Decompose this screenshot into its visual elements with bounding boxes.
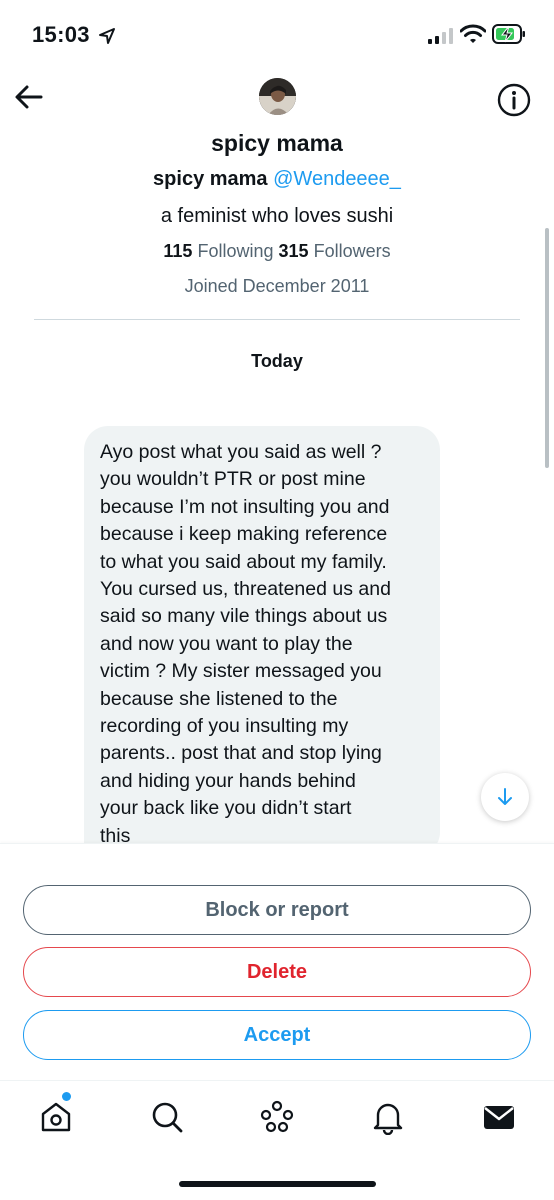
- profile-handle[interactable]: @Wendeeee_: [273, 168, 401, 190]
- home-indicator[interactable]: [179, 1181, 376, 1187]
- message-request-actions: Block or report Delete Accept: [0, 843, 554, 1080]
- message-bubble[interactable]: Ayo post what you said as well ? you wou…: [84, 426, 440, 856]
- following-label: Following: [197, 241, 274, 261]
- info-circle-icon[interactable]: [497, 83, 531, 117]
- block-or-report-button[interactable]: Block or report: [23, 885, 531, 935]
- search-icon[interactable]: [149, 1099, 185, 1135]
- home-notification-badge: [62, 1092, 71, 1101]
- profile-name-and-handle: spicy mama @Wendeeee_: [0, 168, 554, 191]
- joined-date: Joined December 2011: [184, 276, 370, 296]
- follow-stats: 115 Following 315 Followers: [0, 241, 554, 262]
- status-bar: 15:03: [0, 0, 554, 70]
- arrow-down-icon: [498, 788, 512, 805]
- followers-count: 315: [278, 241, 309, 261]
- avatar[interactable]: [259, 78, 296, 115]
- profile-display-name: spicy mama: [211, 130, 343, 156]
- spaces-icon[interactable]: [259, 1099, 295, 1135]
- divider: [34, 319, 520, 320]
- location-arrow-icon: [99, 28, 115, 44]
- following-count: 115: [163, 241, 193, 261]
- notifications-icon[interactable]: [370, 1099, 406, 1135]
- home-icon[interactable]: [38, 1099, 74, 1135]
- accept-button[interactable]: Accept: [23, 1010, 531, 1060]
- wifi-icon: [460, 24, 486, 43]
- battery-charging-icon: [492, 24, 525, 44]
- status-time: 15:03: [32, 22, 90, 47]
- profile-name: spicy mama: [153, 168, 268, 190]
- messages-icon[interactable]: [481, 1099, 517, 1135]
- back-arrow-icon[interactable]: [14, 84, 44, 110]
- scrollbar[interactable]: [545, 228, 549, 468]
- scroll-to-bottom-button[interactable]: [481, 773, 529, 821]
- followers-stat[interactable]: 315 Followers: [279, 241, 391, 261]
- cellular-signal-icon: [428, 28, 453, 44]
- profile-bio: a feminist who loves sushi: [160, 205, 394, 227]
- following-stat[interactable]: 115 Following: [163, 241, 273, 261]
- delete-button[interactable]: Delete: [23, 947, 531, 997]
- avatar-image: [259, 78, 296, 115]
- message-text: Ayo post what you said as well ? you wou…: [100, 441, 391, 847]
- date-separator: Today: [251, 351, 303, 371]
- followers-label: Followers: [313, 241, 391, 261]
